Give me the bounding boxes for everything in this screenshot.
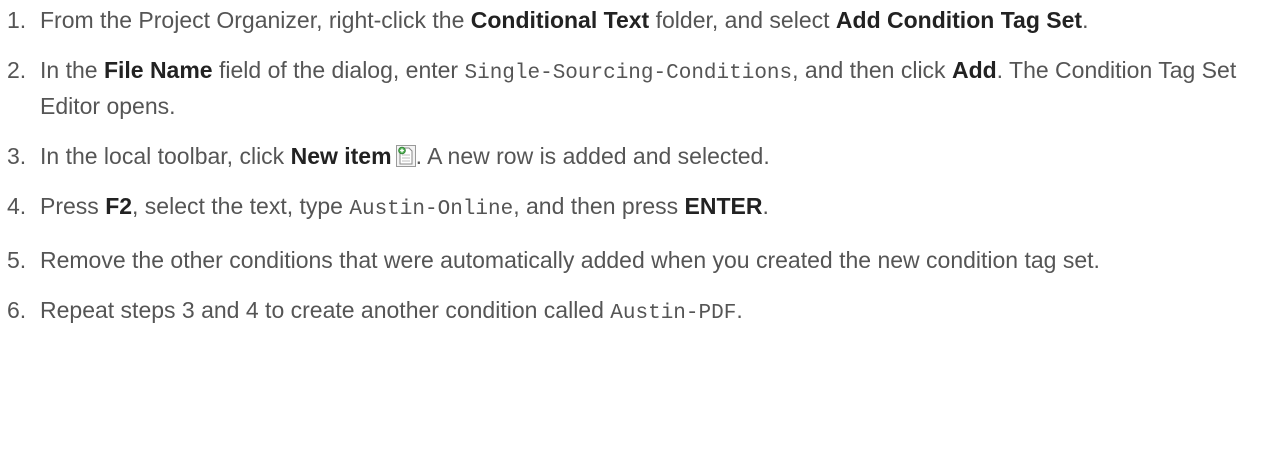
step-text: In the local toolbar, click New item . A … [40,143,770,169]
new-item-icon [395,145,416,167]
text-run: , and then click [792,57,952,83]
step-text: From the Project Organizer, right-click … [40,7,1088,33]
ui-term: Add Condition Tag Set [835,7,1083,33]
ui-term: Conditional Text [470,7,650,33]
text-run: . [1082,7,1089,33]
code-value: Single-Sourcing-Conditions [464,62,793,85]
step-number: 3. [7,143,27,169]
step-text: Remove the other conditions that were au… [40,247,1100,273]
ui-term: New item [290,143,392,169]
step-text: Press F2, select the text, type Austin-O… [40,193,769,221]
text-run: In the local toolbar, click [40,143,291,169]
code-value: Austin-PDF [610,302,737,325]
step-text: Repeat steps 3 and 4 to create another c… [40,297,743,325]
step-item: 2. In the File Name field of the dialog, … [0,54,1273,122]
instructions: 1. From the Project Organizer, right-clic… [0,0,1273,330]
text-run: . [762,193,769,219]
ui-term: File Name [103,57,213,83]
text-run: In the [40,57,104,83]
ui-term: Add [951,57,997,83]
text-run: , select the text, type [132,193,350,219]
text-run: , and then press [513,193,685,219]
step-text: In the File Name field of the dialog, en… [40,57,1236,119]
step-item: 5. Remove the other conditions that were … [0,244,1273,276]
text-run: Repeat steps 3 and 4 to create another c… [40,297,611,323]
step-number: 6. [7,297,27,323]
text-run: . [736,297,743,323]
text-run: Press [40,193,106,219]
ui-term: F2 [105,193,133,219]
step-number: 5. [7,247,27,273]
step-item: 3. In the local toolbar, click New item . … [0,140,1273,172]
step-item: 1. From the Project Organizer, right-clic… [0,4,1273,36]
step-item: 4. Press F2, select the text, type Austin… [0,190,1273,226]
step-number: 4. [7,193,27,219]
text-run: Remove the other conditions that were au… [40,247,1100,273]
step-list: 1. From the Project Organizer, right-clic… [0,4,1273,330]
ui-term: ENTER [684,193,763,219]
text-run: field of the dialog, enter [212,57,465,83]
step-number: 1. [7,7,27,33]
text-run: . A new row is added and selected. [415,143,770,169]
step-item: 6. Repeat steps 3 and 4 to create another… [0,294,1273,330]
text-run: folder, and select [649,7,836,33]
step-number: 2. [7,57,27,83]
text-run: From the Project Organizer, right-click … [40,7,471,33]
code-value: Austin-Online [349,198,514,221]
